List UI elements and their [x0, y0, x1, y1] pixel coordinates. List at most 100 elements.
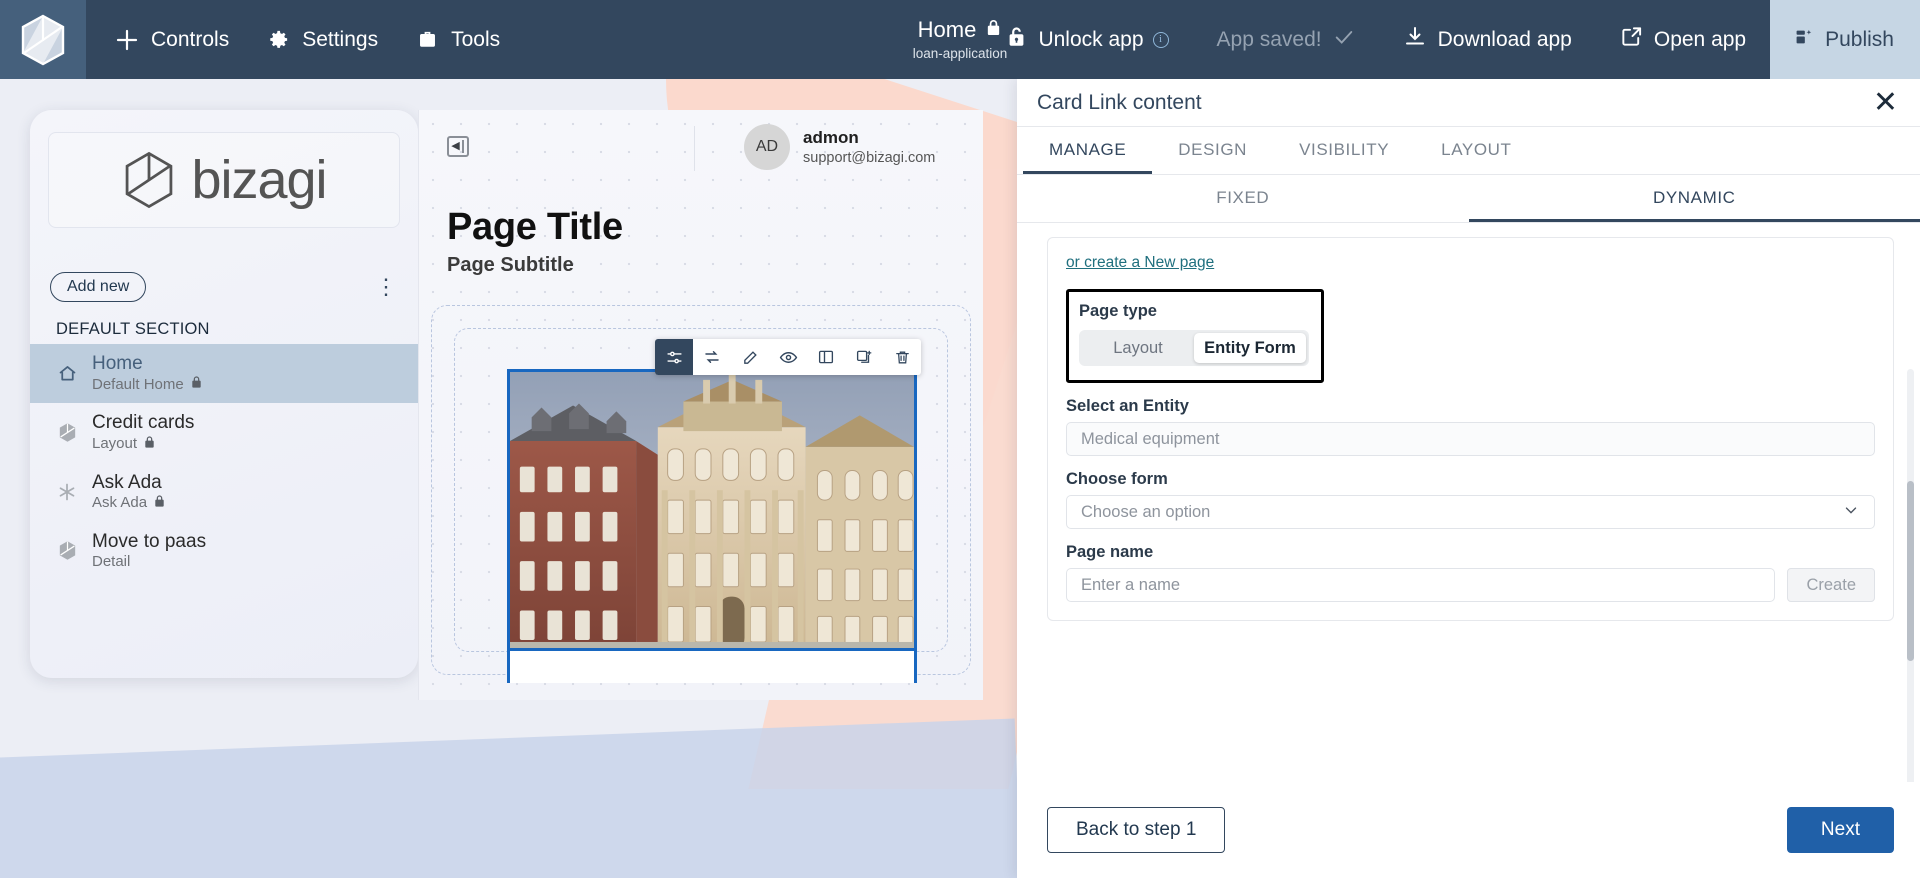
card-link-content-panel: Card Link content ✕ MANAGE DESIGN VISIBI…: [1017, 79, 1920, 878]
trash-delete-icon[interactable]: [883, 339, 921, 375]
pencil-edit-icon[interactable]: [731, 339, 769, 375]
sidebar-page-list: Home Default Home Credit cards Layout As…: [30, 344, 418, 580]
page-type-segmented-control: Layout Entity Form: [1079, 330, 1309, 366]
external-link-icon: [1620, 25, 1643, 54]
lock-closed-icon: [985, 18, 1002, 42]
sidebar-item-ask-ada[interactable]: Ask Ada Ask Ada: [30, 463, 418, 522]
tab-layout[interactable]: LAYOUT: [1415, 127, 1537, 174]
header-divider: [694, 126, 695, 171]
eye-preview-icon[interactable]: [769, 339, 807, 375]
page-name-input[interactable]: Enter a name: [1066, 568, 1776, 602]
nav-controls-button[interactable]: Controls: [114, 27, 229, 53]
page-name-field: Page name Enter a name Create: [1066, 543, 1875, 602]
kebab-menu-icon[interactable]: ⋮: [375, 276, 398, 298]
lock-open-icon: [1006, 25, 1027, 54]
current-page-title: Home: [917, 17, 977, 43]
app-saved-status: App saved!: [1193, 0, 1379, 79]
back-to-step-1-button[interactable]: Back to step 1: [1047, 807, 1226, 853]
download-icon: [1403, 25, 1427, 55]
panel-header: Card Link content ✕: [1017, 79, 1920, 127]
layout-columns-icon[interactable]: [807, 339, 845, 375]
panel-title: Card Link content: [1037, 90, 1202, 114]
select-entity-input[interactable]: Medical equipment: [1066, 422, 1875, 456]
tab-visibility[interactable]: VISIBILITY: [1273, 127, 1415, 174]
panel-tabs: MANAGE DESIGN VISIBILITY LAYOUT: [1017, 127, 1920, 175]
lock-closed-icon: [153, 494, 166, 513]
download-app-label: Download app: [1437, 27, 1572, 51]
page-type-label: Page type: [1079, 302, 1157, 320]
page-title: Page Title: [447, 206, 623, 248]
close-icon[interactable]: ✕: [1873, 88, 1898, 118]
bizagi-hex-logo-icon: [126, 151, 173, 209]
create-new-page-link[interactable]: or create a New page: [1066, 254, 1214, 272]
app-root: Controls Settings Tools Home loan-applic…: [0, 0, 1920, 878]
publish-icon: [1792, 26, 1814, 54]
unlock-app-label: Unlock app: [1038, 27, 1144, 51]
info-icon[interactable]: i: [1152, 31, 1169, 48]
lock-closed-icon: [143, 435, 156, 454]
sidebar-item-home-title: Home: [92, 353, 143, 374]
choose-form-field: Choose form Choose an option: [1066, 470, 1875, 529]
chevron-down-icon: [1842, 501, 1860, 524]
panel-footer: Back to step 1 Next: [1017, 782, 1920, 878]
plus-icon: [114, 27, 140, 53]
element-toolbar: [655, 339, 921, 375]
sidebar-item-credit-cards-subtitle: Layout: [92, 435, 194, 454]
brand-logo-box: bizagi: [48, 132, 400, 228]
main-nav-group: Controls Settings Tools: [86, 0, 500, 79]
next-button[interactable]: Next: [1786, 807, 1894, 853]
publish-button[interactable]: Publish: [1770, 0, 1920, 79]
user-name: admon: [803, 128, 859, 148]
swap-replace-icon[interactable]: [693, 339, 731, 375]
image-caption-strip: [507, 651, 917, 683]
hex-icon: [56, 422, 78, 443]
app-preview-sidebar: bizagi Add new ⋮ DEFAULT SECTION Home De…: [30, 110, 418, 678]
choose-form-select[interactable]: Choose an option: [1066, 495, 1875, 529]
page-type-option-entity-form[interactable]: Entity Form: [1194, 333, 1306, 363]
sidebar-item-ask-ada-subtitle: Ask Ada: [92, 494, 166, 513]
choose-form-label: Choose form: [1066, 470, 1168, 488]
current-app-name: loan-application: [912, 45, 1008, 61]
nav-settings-label: Settings: [302, 27, 379, 51]
top-actions-group: Unlock app i App saved! Download app Ope…: [982, 0, 1920, 79]
tab-manage[interactable]: MANAGE: [1023, 127, 1153, 174]
subtab-dynamic[interactable]: DYNAMIC: [1468, 175, 1920, 222]
unlock-app-button[interactable]: Unlock app i: [982, 0, 1192, 79]
sidebar-item-credit-cards[interactable]: Credit cards Layout: [30, 403, 418, 462]
choose-form-value: Choose an option: [1081, 502, 1211, 521]
nav-tools-button[interactable]: Tools: [414, 27, 500, 53]
open-app-label: Open app: [1653, 27, 1747, 51]
sidebar-item-move-to-paas-subtitle: Detail: [92, 553, 131, 571]
duplicate-icon[interactable]: [845, 339, 883, 375]
lock-closed-icon: [190, 375, 203, 394]
sidebar-actions-row: Add new ⋮: [50, 272, 398, 302]
bizagi-hex-logo-icon: [21, 14, 65, 65]
panel-subtabs: FIXED DYNAMIC: [1017, 175, 1920, 223]
panel-scrollbar-thumb[interactable]: [1907, 481, 1914, 661]
tab-design[interactable]: DESIGN: [1152, 127, 1273, 174]
inner-dropzone[interactable]: [454, 328, 948, 683]
nav-settings-button[interactable]: Settings: [265, 27, 378, 53]
nav-controls-label: Controls: [151, 27, 230, 51]
image-element[interactable]: [507, 369, 917, 651]
decorative-blue-shape: [0, 718, 1025, 878]
sidebar-item-move-to-paas[interactable]: Move to paas Detail: [30, 522, 418, 580]
app-logo-button[interactable]: [0, 0, 86, 79]
download-app-button[interactable]: Download app: [1379, 0, 1596, 79]
page-type-option-layout[interactable]: Layout: [1082, 333, 1194, 363]
gear-icon: [265, 27, 291, 53]
create-button[interactable]: Create: [1787, 568, 1875, 602]
collapse-sidebar-icon[interactable]: ◀: [447, 136, 469, 157]
sidebar-item-home[interactable]: Home Default Home: [30, 344, 418, 404]
canvas-user-info: AD admon support@bizagi.com: [744, 124, 935, 170]
select-entity-field: Select an Entity Medical equipment: [1066, 397, 1875, 456]
outer-dropzone[interactable]: [431, 305, 971, 683]
page-type-group: Page type Layout Entity Form: [1066, 289, 1324, 383]
brand-name: bizagi: [191, 150, 327, 210]
settings-sliders-icon[interactable]: [655, 339, 693, 375]
avatar[interactable]: AD: [744, 124, 790, 170]
open-app-button[interactable]: Open app: [1596, 0, 1770, 79]
user-email: support@bizagi.com: [803, 149, 936, 166]
subtab-fixed[interactable]: FIXED: [1017, 175, 1469, 222]
add-new-button[interactable]: Add new: [50, 272, 147, 302]
